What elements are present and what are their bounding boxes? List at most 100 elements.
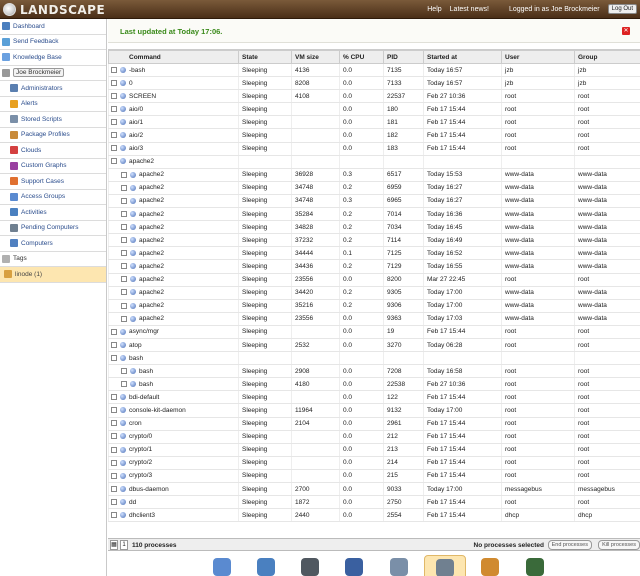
process-table-wrap[interactable]: Command State VM size% CPU PID Started at Use… <box>108 49 640 538</box>
help-link[interactable]: Help <box>427 6 441 13</box>
row-checkbox[interactable] <box>111 354 117 361</box>
table-row[interactable]: aio/0 Sleeping 0.0 180 Feb 17 15:44 root root <box>108 102 640 117</box>
landscape-logo[interactable]: LANDSCAPE <box>3 2 105 17</box>
table-row[interactable]: -bash Sleeping 4136 0.0 7135 Today 16:57 jzb jz… <box>108 63 640 78</box>
sidebar-item-pending-computers[interactable]: Pending Computers <box>0 221 106 236</box>
sidebar-item-custom-graphs[interactable]: Custom Graphs <box>0 159 106 174</box>
sidebar-item-alerts[interactable]: Alerts <box>0 97 106 112</box>
row-checkbox[interactable] <box>111 472 117 479</box>
column-header[interactable]: Group <box>574 50 640 64</box>
sidebar-item-package-profiles[interactable]: Package Profiles <box>0 128 106 143</box>
table-row[interactable]: apache2 Sleeping 36928 0.3 6517 Today 15:53 ww… <box>108 168 640 182</box>
column-header[interactable]: VM size <box>291 50 340 64</box>
row-checkbox[interactable] <box>121 289 127 296</box>
table-row[interactable]: dhclient3 Sleeping 2440 0.0 2554 Feb 17 15:44… <box>108 508 640 523</box>
table-row[interactable]: aio/3 Sleeping 0.0 183 Feb 17 15:44 root root <box>108 142 640 156</box>
table-row[interactable]: dd Sleeping 1872 0.0 2750 Feb 17 15:44 root roo… <box>108 495 640 510</box>
row-checkbox[interactable] <box>121 171 127 178</box>
page-number[interactable]: 1 <box>120 540 128 550</box>
table-row[interactable]: bdi-default Sleeping 0.0 122 Feb 17 15:44 roo… <box>108 390 640 405</box>
sidebar-item-dashboard[interactable]: Dashboard <box>0 19 106 35</box>
sidebar-item-linode-1[interactable]: linode (1) <box>0 267 106 283</box>
nav-activities[interactable]: Activities <box>245 555 287 576</box>
close-icon[interactable]: ✕ <box>622 27 630 35</box>
sidebar-item-tags[interactable]: Tags <box>0 252 106 267</box>
table-row[interactable]: crypto/2 Sleeping 0.0 214 Feb 17 15:44 root ro… <box>108 456 640 470</box>
table-row[interactable]: async/mgr Sleeping 0.0 19 Feb 17 15:44 root ro… <box>108 325 640 339</box>
row-checkbox[interactable] <box>111 512 117 519</box>
sidebar-item-access-groups[interactable]: Access Groups <box>0 190 106 205</box>
row-checkbox[interactable] <box>111 459 117 466</box>
table-row[interactable]: bash Sleeping 2908 0.0 7208 Today 16:58 root ro… <box>108 364 640 379</box>
column-header[interactable]: % CPU <box>339 50 384 64</box>
sidebar-item-knowledge-base[interactable]: Knowledge Base <box>0 50 106 66</box>
latest-news-link[interactable]: Latest news! <box>450 6 489 13</box>
table-row[interactable]: console-kit-daemon Sleeping 11964 0.0 9132 To… <box>108 403 640 418</box>
row-checkbox[interactable] <box>121 237 127 244</box>
row-checkbox[interactable] <box>121 367 127 374</box>
table-row[interactable]: aio/2 Sleeping 0.0 182 Feb 17 15:44 root root <box>108 128 640 143</box>
row-checkbox[interactable] <box>111 420 117 427</box>
row-checkbox[interactable] <box>121 250 127 257</box>
table-row[interactable]: dbus-daemon Sleeping 2700 0.0 9033 Today 17:0… <box>108 482 640 497</box>
table-row[interactable]: apache2 <box>108 155 640 169</box>
row-checkbox[interactable] <box>121 197 127 204</box>
table-row[interactable]: bash Sleeping 4180 0.0 22538 Feb 27 10:36 root… <box>108 377 640 392</box>
row-checkbox[interactable] <box>121 302 127 309</box>
table-row[interactable]: atop Sleeping 2532 0.0 3270 Today 06:28 root ro… <box>108 338 640 353</box>
column-header[interactable]: Started at <box>423 50 502 64</box>
row-checkbox[interactable] <box>111 79 117 86</box>
row-checkbox[interactable] <box>111 132 117 139</box>
table-row[interactable]: apache2 Sleeping 37232 0.2 7114 Today 16:49 ww… <box>108 233 640 248</box>
sidebar-item-joe-brockmeier[interactable]: Joe Brockmeier <box>0 66 106 81</box>
row-checkbox[interactable] <box>111 341 117 348</box>
row-checkbox[interactable] <box>121 263 127 270</box>
table-row[interactable]: apache2 Sleeping 34420 0.2 9305 Today 17:00 ww… <box>108 286 640 300</box>
row-checkbox[interactable] <box>121 210 127 217</box>
sidebar-item-clouds[interactable]: Clouds <box>0 143 106 159</box>
table-row[interactable]: apache2 Sleeping 35216 0.2 9306 Today 17:00 ww… <box>108 299 640 313</box>
row-checkbox[interactable] <box>121 315 127 322</box>
nav-scripts[interactable]: Scripts <box>378 555 420 576</box>
nav-users[interactable]: Users <box>514 555 556 576</box>
row-checkbox[interactable] <box>111 498 117 505</box>
row-checkbox[interactable] <box>111 328 117 335</box>
sidebar-item-send-feedback[interactable]: Send Feedback <box>0 35 106 50</box>
nav-info[interactable]: Info <box>201 555 243 576</box>
row-checkbox[interactable] <box>111 433 117 440</box>
row-checkbox[interactable] <box>111 407 117 414</box>
table-row[interactable]: apache2 Sleeping 34748 0.2 6959 Today 16:27 ww… <box>108 181 640 195</box>
row-checkbox[interactable] <box>121 381 127 388</box>
table-row[interactable]: apache2 Sleeping 23556 0.0 8200 Mar 27 22:45 r… <box>108 273 640 287</box>
sidebar-item-support-cases[interactable]: Support Cases <box>0 174 106 190</box>
table-row[interactable]: 0 Sleeping 8208 0.0 7133 Today 16:57 jzb jzb <box>108 76 640 91</box>
row-checkbox[interactable] <box>121 223 127 230</box>
column-header[interactable]: State <box>238 50 292 64</box>
table-row[interactable]: apache2 Sleeping 23556 0.0 9363 Today 17:03 ww… <box>108 312 640 326</box>
end-processes-button[interactable]: End processes <box>547 540 592 550</box>
table-row[interactable]: bash <box>108 351 640 366</box>
column-header[interactable]: PID <box>383 50 424 64</box>
sidebar-item-computers[interactable]: Computers <box>0 236 106 252</box>
column-header[interactable]: Command <box>108 50 239 64</box>
table-row[interactable]: SCREEN Sleeping 4108 0.0 22537 Feb 27 10:36 ro… <box>108 89 640 104</box>
row-checkbox[interactable] <box>111 106 117 113</box>
nav-processes[interactable]: Processes <box>424 555 466 576</box>
row-checkbox[interactable] <box>111 394 117 401</box>
row-checkbox[interactable] <box>121 184 127 191</box>
column-header[interactable]: User <box>501 50 575 64</box>
table-row[interactable]: cron Sleeping 2104 0.0 2961 Feb 17 15:44 root r… <box>108 417 640 431</box>
row-checkbox[interactable] <box>111 485 117 492</box>
table-row[interactable]: crypto/3 Sleeping 0.0 215 Feb 17 15:44 root ro… <box>108 469 640 484</box>
table-row[interactable]: apache2 Sleeping 34828 0.2 7034 Today 16:45 ww… <box>108 220 640 235</box>
row-checkbox[interactable] <box>111 145 117 152</box>
table-row[interactable]: crypto/1 Sleeping 0.0 213 Feb 17 15:44 root ro… <box>108 443 640 457</box>
page-icon[interactable]: ▦ <box>110 540 118 550</box>
row-checkbox[interactable] <box>111 66 117 73</box>
table-row[interactable]: aio/1 Sleeping 0.0 181 Feb 17 15:44 root root <box>108 115 640 130</box>
table-row[interactable]: apache2 Sleeping 35284 0.2 7014 Today 16:36 ww… <box>108 207 640 222</box>
nav-monitoring[interactable]: Monitoring <box>333 555 375 576</box>
table-row[interactable]: apache2 Sleeping 34436 0.2 7129 Today 16:55 ww… <box>108 259 640 274</box>
table-row[interactable]: apache2 Sleeping 34748 0.3 6965 Today 16:27 ww… <box>108 194 640 209</box>
nav-hardware[interactable]: Hardware <box>289 555 331 576</box>
